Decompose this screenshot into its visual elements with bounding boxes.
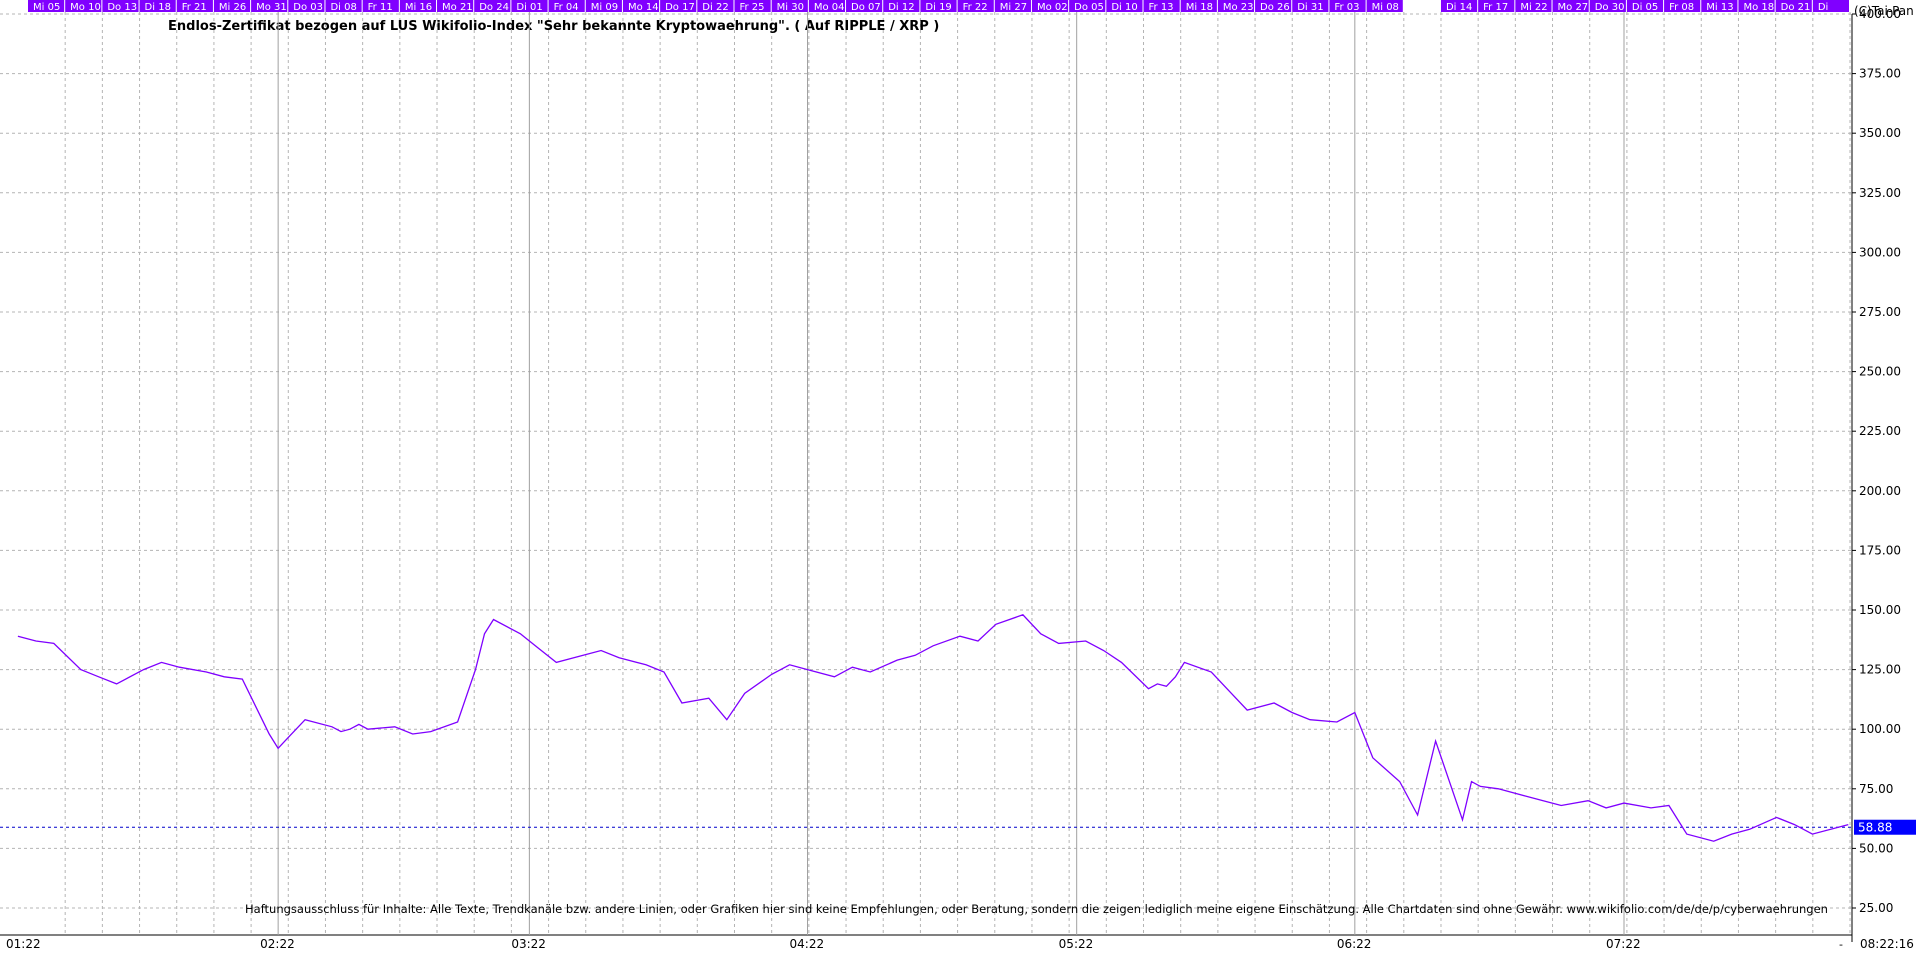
chart-root: Mi 05 Mo 10 Do 13 Di 18 Fr 21 Mi 26 Mo 31 Do 03… (0, 0, 1916, 952)
day-label: Do 05 (1074, 2, 1104, 13)
day-label-strip: Mi 05 Mo 10 Do 13 Di 18 Fr 21 Mi 26 Mo 31 Do 03… (28, 0, 1849, 13)
y-tick-label: 75.00 (1859, 782, 1893, 796)
day-label: Mo 18 (1743, 2, 1774, 13)
chart-title: Endlos-Zertifikat bezogen auf LUS Wikifo… (168, 19, 939, 34)
day-label: Mo 21 (442, 2, 473, 13)
last-price-badge: 58.88 (1854, 819, 1916, 835)
day-label: Fr 03 (1334, 2, 1359, 13)
y-tick-label: 275.00 (1859, 305, 1901, 319)
price-chart: Mi 05 Mo 10 Do 13 Di 18 Fr 21 Mi 26 Mo 31 Do 03… (0, 0, 1916, 952)
y-tick-label: 300.00 (1859, 245, 1901, 259)
day-label: Di 10 (1111, 2, 1137, 13)
day-label: Mi 26 (219, 2, 246, 13)
y-tick-label: 150.00 (1859, 603, 1901, 617)
y-tick-label: 250.00 (1859, 365, 1901, 379)
day-label: Do 30 (1595, 2, 1625, 13)
day-label: Di (1818, 2, 1828, 13)
day-label: Fr 21 (182, 2, 207, 13)
day-label: Fr 04 (554, 2, 579, 13)
day-label: Fr 25 (739, 2, 764, 13)
day-label: Di 31 (1297, 2, 1323, 13)
day-label: Di 14 (1446, 2, 1472, 13)
x-tick-label: 07:22 (1606, 937, 1641, 951)
y-tick-label: 175.00 (1859, 543, 1901, 557)
disclaimer-text: Haftungsausschluss für Inhalte: Alle Tex… (245, 902, 1828, 916)
day-label: Do 07 (851, 2, 881, 13)
day-label: Di 19 (925, 2, 951, 13)
day-label: Do 24 (479, 2, 509, 13)
y-tick-label: 375.00 (1859, 67, 1901, 81)
timestamp-label: 08:22:16 (1860, 937, 1914, 951)
day-label: Do 26 (1260, 2, 1290, 13)
day-label: Mo 31 (256, 2, 287, 13)
day-label: Mo 14 (628, 2, 659, 13)
day-label: Mi 05 (33, 2, 60, 13)
day-label: Di 12 (888, 2, 914, 13)
day-label: Di 08 (330, 2, 356, 13)
day-label: Di 18 (145, 2, 171, 13)
x-tick-label: 02:22 (260, 937, 295, 951)
x-axis-end-marker: - (1839, 938, 1843, 951)
day-label: Do 21 (1781, 2, 1811, 13)
day-label: Fr 08 (1669, 2, 1694, 13)
x-tick-label: 04:22 (790, 937, 825, 951)
x-tick-label: 03:22 (511, 937, 546, 951)
y-tick-label: 225.00 (1859, 424, 1901, 438)
y-tick-label: 25.00 (1859, 901, 1893, 915)
day-label: Do 17 (665, 2, 695, 13)
day-label: Fr 17 (1483, 2, 1508, 13)
y-tick-label: 200.00 (1859, 484, 1901, 498)
day-label: Mo 04 (814, 2, 845, 13)
day-label: Mi 08 (1372, 2, 1399, 13)
day-label: Mi 30 (777, 2, 804, 13)
y-tick-label: 350.00 (1859, 126, 1901, 140)
day-label: Fr 11 (368, 2, 393, 13)
day-label: Mi 22 (1520, 2, 1547, 13)
day-label: Di 05 (1632, 2, 1658, 13)
day-label: Mi 16 (405, 2, 432, 13)
day-label: Fr 22 (963, 2, 988, 13)
y-tick-label: 325.00 (1859, 186, 1901, 200)
day-label: Mo 10 (70, 2, 101, 13)
last-price-label: 58.88 (1858, 821, 1892, 835)
y-tick-label: 100.00 (1859, 722, 1901, 736)
day-label: Do 13 (107, 2, 137, 13)
x-tick-label: 01:22 (6, 937, 41, 951)
day-label: Mi 09 (591, 2, 618, 13)
day-label: Fr 13 (1149, 2, 1174, 13)
day-label: Mi 27 (1000, 2, 1027, 13)
y-tick-label: 50.00 (1859, 841, 1893, 855)
day-label: Mo 27 (1558, 2, 1589, 13)
day-label: Do 03 (293, 2, 323, 13)
day-label: Di 01 (516, 2, 542, 13)
y-tick-label: 400.00 (1859, 7, 1901, 21)
day-label: Di 22 (702, 2, 728, 13)
day-label: Mi 13 (1706, 2, 1733, 13)
x-tick-label: 05:22 (1059, 937, 1094, 951)
day-label: Mi 18 (1186, 2, 1213, 13)
x-tick-label: 06:22 (1337, 937, 1372, 951)
day-label: Mo 23 (1223, 2, 1254, 13)
day-label: Mo 02 (1037, 2, 1068, 13)
y-tick-label: 125.00 (1859, 663, 1901, 677)
